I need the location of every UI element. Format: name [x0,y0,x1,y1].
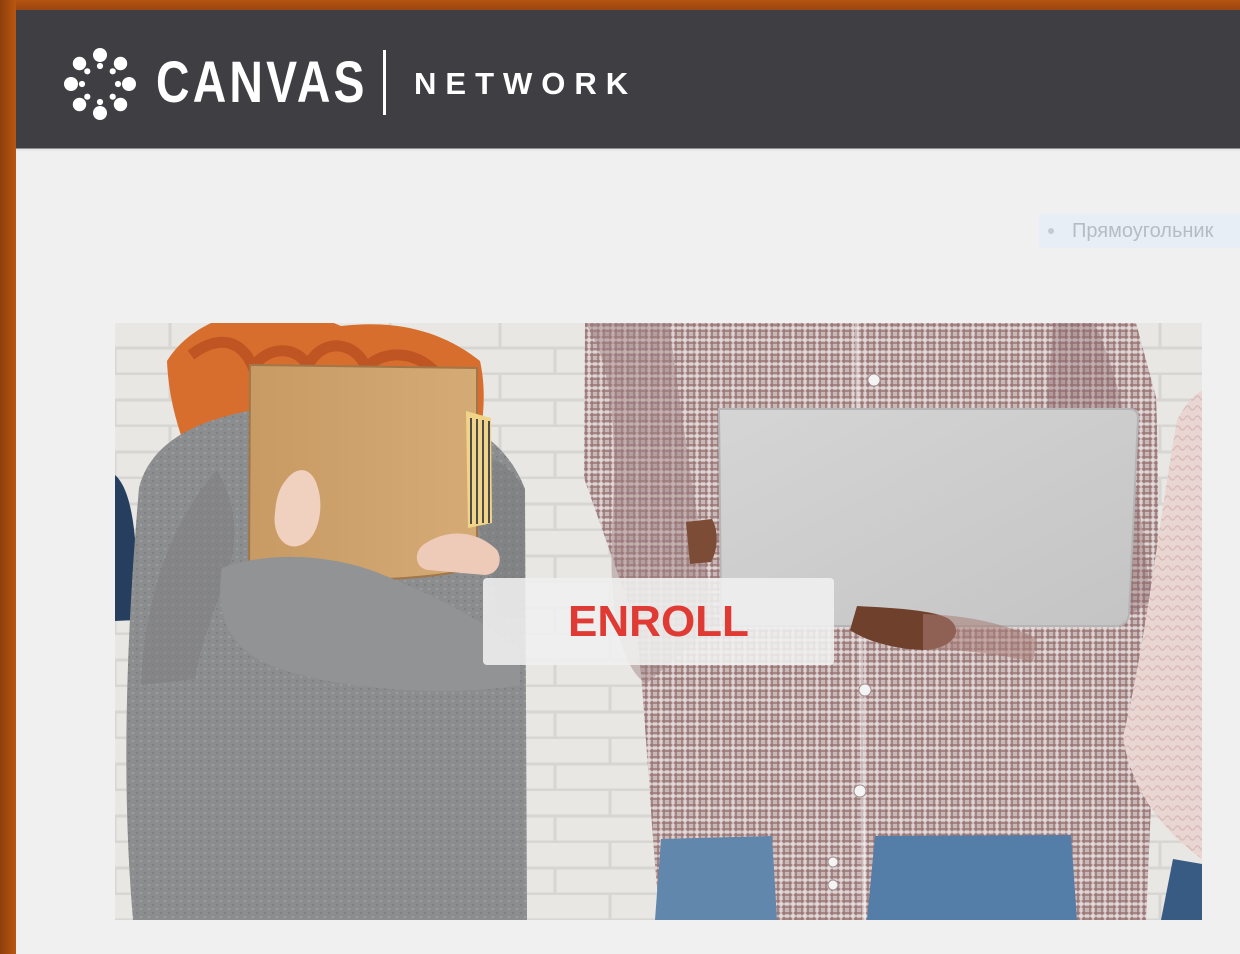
enroll-button[interactable]: ENROLL [483,578,834,665]
brand-name[interactable]: CANVAS [156,48,368,118]
hero-image-banner: ENROLL [115,323,1202,920]
window-frame-top [0,0,1240,10]
shape-label-text: Прямоугольник [1072,220,1214,242]
bullet-icon [1048,228,1054,234]
top-header: CANVAS NETWORK [16,10,1240,148]
shape-label-chip: Прямоугольник [1039,214,1240,248]
canvas-logo-icon[interactable] [62,46,138,122]
brand-subtitle[interactable]: NETWORK [414,65,637,103]
app-page: CANVAS NETWORK Прямоугольник ENROLL [16,10,1240,954]
window-frame-left [0,0,16,954]
header-border [16,148,1240,151]
brand-divider [383,50,386,115]
